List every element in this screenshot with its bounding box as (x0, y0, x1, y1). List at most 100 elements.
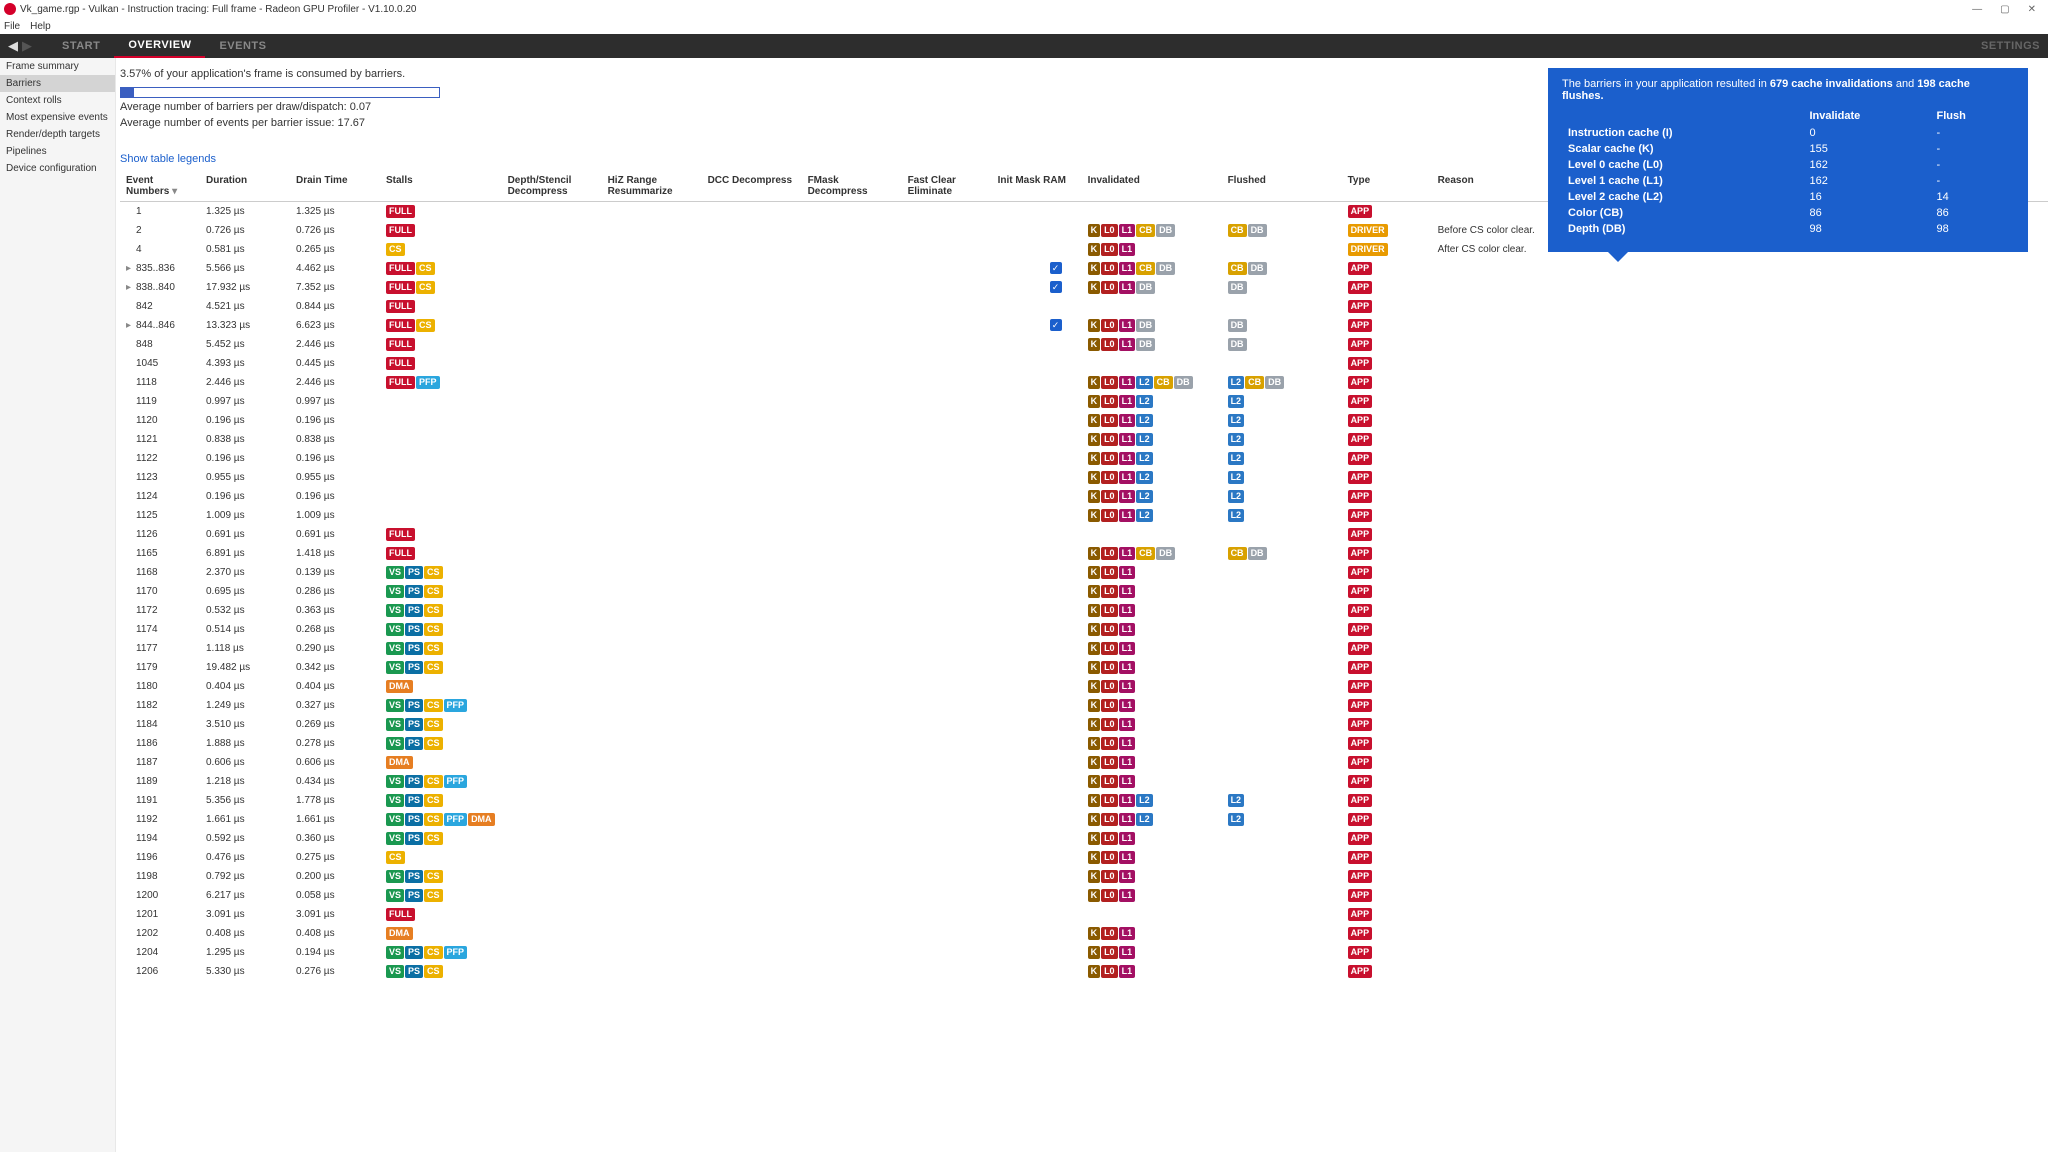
menu-file[interactable]: File (4, 21, 20, 32)
col-stalls[interactable]: Stalls (380, 171, 502, 202)
badge-l0: L0 (1101, 775, 1118, 788)
badge-l1: L1 (1119, 319, 1136, 332)
badge-l1: L1 (1119, 376, 1136, 389)
badge-db: DB (1156, 262, 1175, 275)
table-row[interactable]: ▸835..8365.566 µs4.462 µsFULLCS✓KL0L1CBD… (120, 259, 2048, 278)
table-row[interactable]: 11915.356 µs1.778 µsVSPSCSKL0L1L2L2APP (120, 791, 2048, 810)
badge-type: DRIVER (1348, 243, 1388, 256)
minimize-icon[interactable]: — (1972, 4, 1982, 15)
badge-vs: VS (386, 832, 404, 845)
badge-l0: L0 (1101, 889, 1118, 902)
badge-l1: L1 (1119, 262, 1136, 275)
table-row[interactable]: 11220.196 µs0.196 µsKL0L1L2L2APP (120, 449, 2048, 468)
table-row[interactable]: 11251.009 µs1.009 µsKL0L1L2L2APP (120, 506, 2048, 525)
badge-l0: L0 (1101, 642, 1118, 655)
col-event-numbers[interactable]: Event Numbers ▾ (120, 171, 200, 202)
badge-vs: VS (386, 737, 404, 750)
sidebar-item-render-depth[interactable]: Render/depth targets (0, 126, 115, 143)
table-row[interactable]: 11870.606 µs0.606 µsDMAKL0L1APP (120, 753, 2048, 772)
tab-events[interactable]: EVENTS (205, 34, 280, 58)
sidebar-item-device-config[interactable]: Device configuration (0, 160, 115, 177)
badge-k: K (1088, 680, 1101, 693)
col-depth-stencil[interactable]: Depth/Stencil Decompress (502, 171, 602, 202)
table-row[interactable]: 11861.888 µs0.278 µsVSPSCSKL0L1APP (120, 734, 2048, 753)
badge-type: APP (1348, 756, 1373, 769)
col-invalidated[interactable]: Invalidated (1082, 171, 1222, 202)
table-row[interactable]: 8485.452 µs2.446 µsFULLKL0L1DBDBAPP (120, 335, 2048, 354)
badge-type: APP (1348, 623, 1373, 636)
table-row[interactable]: 11771.118 µs0.290 µsVSPSCSKL0L1APP (120, 639, 2048, 658)
table-row[interactable]: 10454.393 µs0.445 µsFULLAPP (120, 354, 2048, 373)
settings-link[interactable]: SETTINGS (1981, 40, 2040, 52)
table-row[interactable]: 11940.592 µs0.360 µsVSPSCSKL0L1APP (120, 829, 2048, 848)
table-row[interactable]: ▸844..84613.323 µs6.623 µsFULLCS✓KL0L1DB… (120, 316, 2048, 335)
maximize-icon[interactable]: ▢ (2000, 4, 2009, 15)
col-fast-clear[interactable]: Fast Clear Eliminate (902, 171, 992, 202)
table-row[interactable]: 11682.370 µs0.139 µsVSPSCSKL0L1APP (120, 563, 2048, 582)
col-hiz-range[interactable]: HiZ Range Resummarize (602, 171, 702, 202)
table-row[interactable]: 11190.997 µs0.997 µsKL0L1L2L2APP (120, 392, 2048, 411)
col-dcc[interactable]: DCC Decompress (702, 171, 802, 202)
table-row[interactable]: 11200.196 µs0.196 µsKL0L1L2L2APP (120, 411, 2048, 430)
close-icon[interactable]: ✕ (2028, 4, 2036, 15)
table-row[interactable]: 11800.404 µs0.404 µsDMAKL0L1APP (120, 677, 2048, 696)
table-row[interactable]: 11260.691 µs0.691 µsFULLAPP (120, 525, 2048, 544)
col-init-mask-ram[interactable]: Init Mask RAM (992, 171, 1082, 202)
table-row[interactable]: 11210.838 µs0.838 µsKL0L1L2L2APP (120, 430, 2048, 449)
badge-cs: CS (424, 566, 443, 579)
tab-overview[interactable]: OVERVIEW (114, 34, 205, 58)
sidebar-item-context-rolls[interactable]: Context rolls (0, 92, 115, 109)
table-row[interactable]: 11240.196 µs0.196 µsKL0L1L2L2APP (120, 487, 2048, 506)
badge-type: APP (1348, 452, 1373, 465)
table-row[interactable]: 12013.091 µs3.091 µsFULLAPP (120, 905, 2048, 924)
table-row[interactable]: 11891.218 µs0.434 µsVSPSCSPFPKL0L1APP (120, 772, 2048, 791)
sidebar-item-frame-summary[interactable]: Frame summary (0, 58, 115, 75)
nav-back-icon[interactable]: ◀ (8, 38, 18, 54)
badge-l2: L2 (1136, 471, 1153, 484)
table-row[interactable]: 11980.792 µs0.200 µsVSPSCSKL0L1APP (120, 867, 2048, 886)
table-row[interactable]: 11656.891 µs1.418 µsFULLKL0L1CBDBCBDBAPP (120, 544, 2048, 563)
table-row[interactable]: 11740.514 µs0.268 µsVSPSCSKL0L1APP (120, 620, 2048, 639)
sidebar-item-barriers[interactable]: Barriers (0, 75, 115, 92)
table-row[interactable]: 11821.249 µs0.327 µsVSPSCSPFPKL0L1APP (120, 696, 2048, 715)
table-row[interactable]: 12065.330 µs0.276 µsVSPSCSKL0L1APP (120, 962, 2048, 981)
col-flushed[interactable]: Flushed (1222, 171, 1342, 202)
nav-forward-icon[interactable]: ▶ (22, 38, 32, 54)
table-row[interactable]: 12041.295 µs0.194 µsVSPSCSPFPKL0L1APP (120, 943, 2048, 962)
col-fmask[interactable]: FMask Decompress (802, 171, 902, 202)
badge-vs: VS (386, 585, 404, 598)
table-row[interactable]: 11700.695 µs0.286 µsVSPSCSKL0L1APP (120, 582, 2048, 601)
badge-l2: L2 (1228, 490, 1245, 503)
badge-l2: L2 (1136, 414, 1153, 427)
table-row[interactable]: 11182.446 µs2.446 µsFULLPFPKL0L1L2CBDBL2… (120, 373, 2048, 392)
col-duration[interactable]: Duration (200, 171, 290, 202)
expand-icon[interactable]: ▸ (126, 282, 134, 293)
table-row[interactable]: 12020.408 µs0.408 µsDMAKL0L1APP (120, 924, 2048, 943)
badge-cs: CS (424, 699, 443, 712)
sidebar-item-most-expensive[interactable]: Most expensive events (0, 109, 115, 126)
table-row[interactable]: 8424.521 µs0.844 µsFULLAPP (120, 297, 2048, 316)
table-row[interactable]: 12006.217 µs0.058 µsVSPSCSKL0L1APP (120, 886, 2048, 905)
sidebar-item-pipelines[interactable]: Pipelines (0, 143, 115, 160)
col-type[interactable]: Type (1342, 171, 1432, 202)
table-row[interactable]: 11230.955 µs0.955 µsKL0L1L2L2APP (120, 468, 2048, 487)
table-row[interactable]: 11960.476 µs0.275 µsCSKL0L1APP (120, 848, 2048, 867)
badge-l1: L1 (1119, 395, 1136, 408)
table-row[interactable]: 11921.661 µs1.661 µsVSPSCSPFPDMAKL0L1L2L… (120, 810, 2048, 829)
table-row[interactable]: 117919.482 µs0.342 µsVSPSCSKL0L1APP (120, 658, 2048, 677)
expand-icon[interactable]: ▸ (126, 320, 134, 331)
badge-l0: L0 (1101, 661, 1118, 674)
table-row[interactable]: ▸838..84017.932 µs7.352 µsFULLCS✓KL0L1DB… (120, 278, 2048, 297)
badge-l0: L0 (1101, 604, 1118, 617)
col-drain-time[interactable]: Drain Time (290, 171, 380, 202)
badge-l0: L0 (1101, 623, 1118, 636)
table-row[interactable]: 11843.510 µs0.269 µsVSPSCSKL0L1APP (120, 715, 2048, 734)
badge-k: K (1088, 585, 1101, 598)
table-row[interactable]: 11720.532 µs0.363 µsVSPSCSKL0L1APP (120, 601, 2048, 620)
expand-icon[interactable]: ▸ (126, 263, 134, 274)
badge-l0: L0 (1101, 851, 1118, 864)
menu-help[interactable]: Help (30, 21, 51, 32)
tab-start[interactable]: START (48, 34, 114, 58)
badge-ps: PS (405, 661, 423, 674)
badge-pfp: PFP (444, 699, 468, 712)
